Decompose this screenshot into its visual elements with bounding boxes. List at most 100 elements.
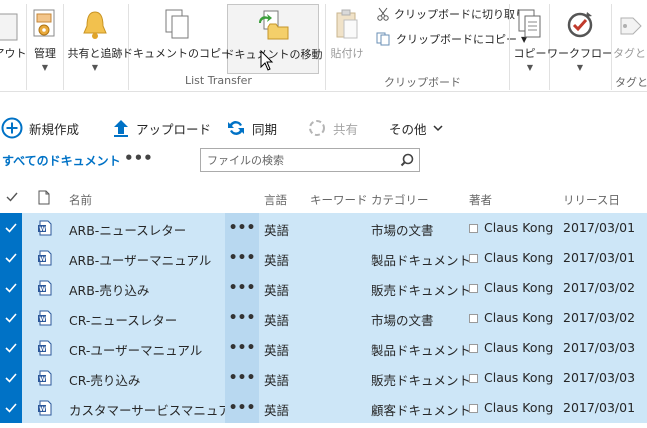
row-checkbox[interactable] — [0, 213, 22, 243]
column-header-keyword[interactable]: キーワード — [310, 192, 368, 208]
cell-author[interactable]: Claus Kong — [484, 400, 553, 415]
checkmark-icon — [5, 253, 17, 263]
document-name-link[interactable]: CR-ニュースレター — [69, 310, 177, 329]
table-row[interactable]: W CR-売り込み ••• 英語 販売ドキュメント Claus Kong 201… — [0, 363, 647, 393]
copy-clipboard-button[interactable]: クリップボードにコピー ▼ — [376, 31, 527, 47]
document-name-link[interactable]: カスタマーサービスマニュアル — [69, 400, 243, 419]
column-header-language[interactable]: 言語 — [264, 192, 287, 208]
table-row[interactable]: W CR-ユーザーマニュアル ••• 英語 製品ドキュメント Claus Kon… — [0, 333, 647, 363]
checkmark-icon — [5, 343, 17, 353]
row-more-button[interactable]: ••• — [225, 213, 259, 243]
cell-author[interactable]: Claus Kong — [484, 280, 553, 295]
copy-pages-icon — [516, 4, 544, 42]
manage-icon — [31, 4, 59, 42]
column-header-author[interactable]: 著者 — [469, 192, 492, 208]
search-box — [200, 148, 420, 172]
paste-icon — [333, 4, 361, 42]
document-name-link[interactable]: ARB-売り込み — [69, 280, 149, 299]
copy-button[interactable]: コピー ▼ — [512, 4, 548, 74]
cell-category: 市場の文書 — [371, 313, 434, 328]
cell-author[interactable]: Claus Kong — [484, 310, 553, 325]
manage-button[interactable]: 管理 ▼ — [28, 4, 62, 74]
row-more-button[interactable]: ••• — [225, 333, 259, 363]
chevron-down-icon: ▼ — [526, 63, 534, 72]
table-row[interactable]: W ARB-売り込み ••• 英語 販売ドキュメント Claus Kong 20… — [0, 273, 647, 303]
cell-author[interactable]: Claus Kong — [484, 250, 553, 265]
view-more-button[interactable]: ••• — [124, 149, 153, 167]
row-more-button[interactable]: ••• — [225, 273, 259, 303]
new-command[interactable]: 新規作成 — [1, 114, 79, 142]
copy-document-button[interactable]: ドキュメントのコピー — [122, 4, 232, 74]
file-type-header-icon[interactable] — [38, 190, 50, 208]
paste-button[interactable]: 貼付け — [328, 4, 366, 74]
sync-command[interactable]: 同期 — [226, 114, 277, 142]
cell-language: 英語 — [264, 283, 290, 298]
search-icon[interactable] — [400, 153, 414, 167]
plus-circle-icon — [1, 117, 23, 139]
chevron-down-icon: ▼ — [41, 63, 49, 72]
paste-label: 貼付け — [330, 47, 364, 60]
cell-author[interactable]: Claus Kong — [484, 220, 553, 235]
row-checkbox[interactable] — [0, 243, 22, 273]
share-command[interactable]: 共有 — [307, 114, 358, 142]
svg-text:W: W — [39, 286, 46, 293]
table-row[interactable]: W CR-ニュースレター ••• 英語 市場の文書 Claus Kong 201… — [0, 303, 647, 333]
row-checkbox[interactable] — [0, 363, 22, 393]
svg-text:W: W — [39, 346, 46, 353]
row-more-button[interactable]: ••• — [225, 393, 259, 423]
row-more-button[interactable]: ••• — [225, 363, 259, 393]
column-header-release-date[interactable]: リリース日 — [563, 192, 620, 208]
cell-category: 顧客ドキュメント — [371, 403, 472, 418]
cut-clipboard-button[interactable]: クリップボードに切り取り — [376, 6, 526, 22]
ribbon-separator — [611, 4, 612, 90]
ribbon-partial-button[interactable]: アウト — [0, 4, 27, 74]
cell-language: 英語 — [264, 403, 290, 418]
table-row[interactable]: W ARB-ユーザーマニュアル ••• 英語 製品ドキュメント Claus Ko… — [0, 243, 647, 273]
column-header-name[interactable]: 名前 — [69, 192, 92, 208]
document-name-link[interactable]: ARB-ユーザーマニュアル — [69, 250, 211, 269]
share-track-button[interactable]: 共有と追跡 ▼ — [64, 4, 126, 74]
row-checkbox[interactable] — [0, 273, 22, 303]
row-more-button[interactable]: ••• — [225, 243, 259, 273]
cell-release-date: 2017/03/01 — [563, 220, 636, 235]
cell-language: 英語 — [264, 253, 290, 268]
more-command[interactable]: その他 — [389, 114, 443, 142]
row-checkbox[interactable] — [0, 333, 22, 363]
chevron-down-icon: ▼ — [91, 63, 99, 72]
tags-notes-button[interactable]: タグとメ — [613, 4, 647, 74]
word-document-icon: W — [38, 400, 52, 416]
select-all-checkmark-icon[interactable] — [6, 191, 18, 206]
row-more-button[interactable]: ••• — [225, 303, 259, 333]
author-presence-box — [469, 284, 478, 293]
cell-category: 製品ドキュメント — [371, 253, 472, 268]
sync-icon — [228, 121, 244, 135]
row-checkbox[interactable] — [0, 393, 22, 423]
cell-language: 英語 — [264, 343, 290, 358]
upload-command[interactable]: アップロード — [112, 114, 211, 142]
cell-language: 英語 — [264, 223, 290, 238]
cell-author[interactable]: Claus Kong — [484, 370, 553, 385]
checkmark-icon — [5, 283, 17, 293]
svg-text:W: W — [39, 376, 46, 383]
tag-icon — [613, 4, 643, 42]
search-input[interactable] — [201, 149, 391, 171]
document-name-link[interactable]: CR-ユーザーマニュアル — [69, 340, 202, 359]
cell-release-date: 2017/03/02 — [563, 310, 636, 325]
document-name-link[interactable]: CR-売り込み — [69, 370, 140, 389]
document-name-link[interactable]: ARB-ニュースレター — [69, 220, 186, 239]
table-row[interactable]: W ARB-ニュースレター ••• 英語 市場の文書 Claus Kong 20… — [0, 213, 647, 243]
view-name-all-documents[interactable]: すべてのドキュメント — [2, 152, 121, 169]
tags-notes-label: タグとメ — [613, 47, 647, 60]
chevron-down-icon — [432, 125, 443, 132]
table-row[interactable]: W カスタマーサービスマニュアル ••• 英語 顧客ドキュメント Claus K… — [0, 393, 647, 423]
cell-author[interactable]: Claus Kong — [484, 340, 553, 355]
word-document-icon: W — [38, 250, 52, 266]
column-header-category[interactable]: カテゴリー — [371, 192, 429, 208]
group-label-tags: タグとメ — [615, 76, 647, 89]
copy-label: コピー — [513, 47, 547, 60]
cell-category: 販売ドキュメント — [371, 283, 472, 298]
author-presence-box — [469, 404, 478, 413]
workflow-button[interactable]: ワークフロー ▼ — [547, 4, 613, 74]
row-checkbox[interactable] — [0, 303, 22, 333]
view-row: すべてのドキュメント ••• — [0, 148, 647, 174]
